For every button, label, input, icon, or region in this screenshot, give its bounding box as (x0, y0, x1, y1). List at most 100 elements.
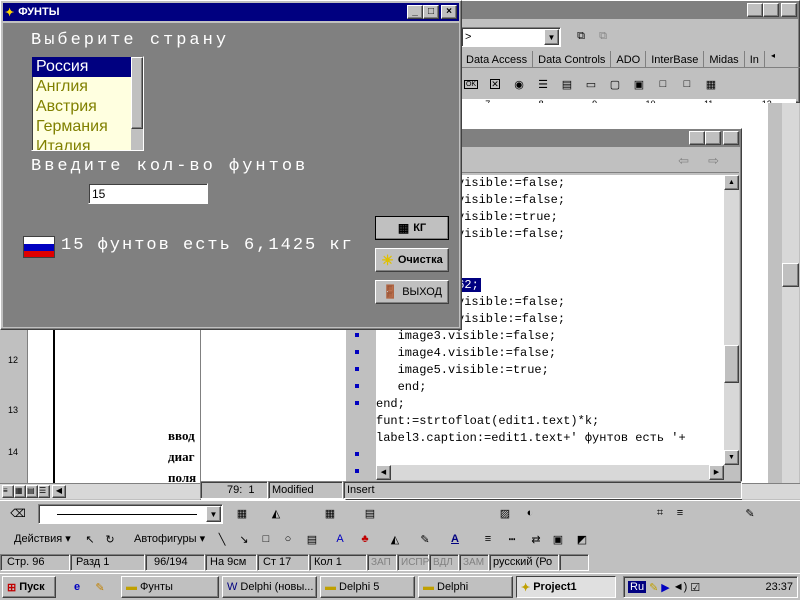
page-view-icon[interactable]: ▤ (26, 485, 38, 498)
list-item[interactable]: Англия (32, 77, 143, 97)
back-arrow-icon[interactable]: ⇦ (678, 153, 689, 169)
line-style-icon[interactable]: ≡ (478, 530, 498, 548)
quick-launch-icon[interactable]: ✎ (90, 578, 110, 596)
exit-button[interactable]: 🚪 ВЫХОД (375, 280, 449, 304)
task-delphi5[interactable]: ▬ Delphi 5 (320, 576, 415, 598)
maximize-icon[interactable]: □ (423, 5, 439, 19)
panel2-component-icon[interactable]: □ (677, 75, 697, 93)
tab-scroll-left-icon[interactable]: ◂ (771, 51, 783, 67)
rectangle-icon[interactable]: □ (256, 530, 276, 548)
layout-view-icon[interactable]: ▦ (14, 485, 26, 498)
minimize-icon[interactable]: _ (747, 3, 763, 17)
dash-style-icon[interactable]: ┅ (502, 530, 522, 548)
autoshapes-menu[interactable]: Автофигуры ▾ (134, 532, 205, 545)
close-icon[interactable]: × (723, 131, 739, 145)
line-weight-icon[interactable]: ≡ (670, 504, 690, 522)
minimize-icon[interactable]: _ (407, 5, 423, 19)
3d-icon[interactable]: ◩ (572, 530, 592, 548)
scroll-down-icon[interactable]: ▼ (724, 450, 739, 465)
shadow-icon[interactable]: ▣ (548, 530, 568, 548)
select-arrow-icon[interactable]: ↖ (80, 530, 100, 548)
word-scroll-thumb[interactable] (782, 263, 799, 287)
list-item[interactable]: Россия (32, 57, 143, 77)
radio-component-icon[interactable]: ◉ (509, 75, 529, 93)
code-vertical-scrollbar[interactable]: ▲ ▼ (724, 175, 739, 465)
tab-midas[interactable]: Midas (704, 51, 745, 68)
eraser-icon[interactable]: ⌫ (8, 504, 28, 522)
pounds-input[interactable] (88, 183, 208, 204)
maximize-icon[interactable]: □ (705, 131, 721, 145)
scrollbar-component-icon[interactable]: ▭ (581, 75, 601, 93)
chevron-down-icon[interactable]: ▼ (206, 506, 221, 522)
line-icon[interactable]: ╲ (212, 530, 232, 548)
minimize-icon[interactable]: _ (689, 131, 705, 145)
chevron-down-icon[interactable]: ▼ (544, 29, 559, 45)
groupbox-component-icon[interactable]: ▢ (605, 75, 625, 93)
tab-data-controls[interactable]: Data Controls (533, 51, 612, 68)
line-color-icon[interactable]: ✎ (415, 530, 435, 548)
checkbox-component-icon[interactable]: ✕ (485, 75, 505, 93)
crop-icon[interactable]: ⌗ (650, 504, 670, 522)
word-vertical-scrollbar[interactable] (782, 103, 799, 483)
outline-view-icon[interactable]: ☰ (38, 485, 50, 498)
funty-titlebar[interactable]: ✦ ФУНТЫ _ □ × (3, 3, 459, 21)
code-horizontal-scrollbar[interactable]: ◀ ▶ (376, 465, 724, 480)
tab-interbase[interactable]: InterBase (646, 51, 705, 68)
maximize-icon[interactable]: □ (763, 3, 779, 17)
language-indicator[interactable]: Ru (628, 581, 647, 593)
internet-explorer-icon[interactable]: e (67, 578, 87, 596)
listbox-scroll-thumb[interactable] (131, 57, 143, 129)
combobox-component-icon[interactable]: ▤ (557, 75, 577, 93)
arrow-style-icon[interactable]: ⇄ (526, 530, 546, 548)
task-delphi-new[interactable]: W Delphi (новы... (222, 576, 317, 598)
tab-ado[interactable]: ADO (611, 51, 647, 68)
list-item[interactable]: Германия (32, 117, 143, 137)
scroll-up-icon[interactable]: ▲ (724, 175, 739, 190)
image-icon[interactable]: ▨ (495, 504, 515, 522)
status-trk[interactable]: ИСПР (397, 553, 429, 571)
close-icon[interactable]: × (781, 3, 797, 17)
forward-arrow-icon[interactable]: ⇨ (708, 153, 719, 169)
tab-data-access[interactable]: Data Access (461, 51, 534, 68)
textbox-icon[interactable]: ▤ (302, 530, 322, 548)
status-rec[interactable]: ЗАП (367, 553, 397, 571)
list-item[interactable]: Италия (32, 137, 143, 150)
borders-icon[interactable]: ▦ (232, 504, 252, 522)
status-ext[interactable]: ВДЛ (429, 553, 459, 571)
tab-internet[interactable]: In (745, 51, 765, 68)
task-project1[interactable]: ✦ Project1 (516, 576, 616, 598)
normal-view-icon[interactable]: ≡ (2, 485, 14, 498)
status-ovr[interactable]: ЗАМ (459, 553, 489, 571)
listbox-component-icon[interactable]: ☰ (533, 75, 553, 93)
radiogroup-component-icon[interactable]: ▣ (629, 75, 649, 93)
country-listbox[interactable]: Россия Англия Австрия Германия Италия (31, 56, 144, 151)
panel-component-icon[interactable]: □ (653, 75, 673, 93)
pencil-icon[interactable]: ✎ (740, 504, 760, 522)
clear-button[interactable]: ☀ Очистка (375, 248, 449, 272)
component-combo[interactable]: > ▼ (461, 27, 561, 47)
actions-menu[interactable]: Действия ▾ (14, 532, 71, 545)
task-delphi[interactable]: ▬ Delphi (418, 576, 513, 598)
scroll-right-icon[interactable]: ▶ (709, 465, 724, 480)
fill-bucket-icon[interactable]: ◭ (385, 530, 405, 548)
listbox-scrollbar[interactable] (131, 57, 143, 150)
frame-component-icon[interactable]: ▦ (701, 75, 721, 93)
font-color-icon[interactable]: A (445, 530, 465, 548)
scroll-left-icon[interactable]: ◀ (376, 465, 391, 480)
step-icon[interactable]: ⧉ (593, 27, 613, 45)
insert-table-icon[interactable]: ▤ (360, 504, 380, 522)
kg-button[interactable]: ▦ КГ (375, 216, 449, 240)
table-icon[interactable]: ▦ (320, 504, 340, 522)
close-icon[interactable]: × (441, 5, 457, 19)
tray-app-icon[interactable]: ✎ (649, 581, 658, 594)
run-icon[interactable]: ⧉ (571, 27, 591, 45)
arrow-icon[interactable]: ↘ (234, 530, 254, 548)
clipart-icon[interactable]: ♣ (355, 530, 375, 548)
start-button[interactable]: ⊞ Пуск (2, 576, 56, 598)
status-lang[interactable]: русский (Ро (489, 553, 559, 571)
scroll-left-icon[interactable]: ◀ (52, 485, 66, 498)
line-style-select[interactable]: ▼ (38, 504, 223, 524)
list-item[interactable]: Австрия (32, 97, 143, 117)
button-component-icon[interactable]: OK (461, 75, 481, 93)
code-scroll-thumb[interactable] (724, 345, 739, 383)
